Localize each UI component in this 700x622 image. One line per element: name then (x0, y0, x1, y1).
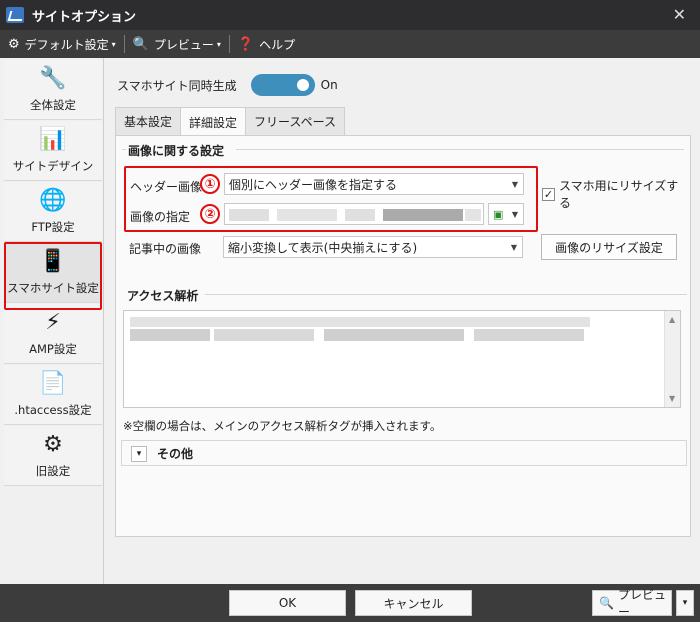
chevron-down-icon: ▾ (682, 598, 688, 608)
chevron-down-icon: ▼ (510, 243, 517, 252)
sidebar-item-label: スマホサイト設定 (7, 281, 99, 295)
group-divider (122, 149, 126, 150)
image-resize-settings-button[interactable]: 画像のリサイズ設定 (541, 234, 677, 260)
sidebar-item-amp[interactable]: ⚡ AMP設定 (4, 304, 102, 364)
resize-checkbox[interactable]: ✓ (542, 187, 555, 201)
annotation-2: ② (200, 204, 220, 224)
main-content: スマホサイト同時生成 On 基本設定 詳細設定 フリースペース 画像に関する設定… (105, 58, 700, 584)
sidebar-item-label: .htaccess設定 (14, 403, 92, 417)
image-group-title: 画像に関する設定 (128, 144, 225, 158)
sidebar-item-label: 旧設定 (35, 464, 71, 478)
chevron-down-icon: ▼ (511, 210, 518, 219)
resize-checkbox-label: スマホ用にリサイズする (558, 179, 679, 210)
tools-icon: 🔧 (39, 65, 67, 91)
ftp-network-icon: 🌐 (39, 187, 67, 213)
article-image-value: 縮小変換して表示(中央揃えにする) (228, 240, 418, 255)
article-image-select[interactable]: 縮小変換して表示(中央揃えにする) ▼ (223, 236, 523, 258)
default-settings-label: デフォルト設定 (24, 37, 109, 52)
image-picker-button[interactable]: ▣ ▼ (488, 203, 524, 225)
gear-icon: ⚙ (8, 36, 20, 52)
preview-dropdown-button[interactable]: ▾ (676, 590, 694, 616)
htaccess-file-icon: 📄 (39, 370, 67, 396)
sidebar-item-site-design[interactable]: 📊 サイトデザイン (4, 121, 102, 181)
title-bar: サイトオプション ✕ (0, 0, 700, 30)
sync-toggle[interactable] (250, 74, 315, 96)
access-group-title: アクセス解析 (127, 289, 199, 303)
toggle-state: On (320, 78, 338, 92)
smartphone-icon: 📱 (39, 248, 67, 274)
other-group-title: その他 (157, 447, 194, 461)
header-image-value: 個別にヘッダー画像を指定する (229, 177, 398, 192)
preview-icon: 🔍 (132, 36, 149, 52)
sidebar-item-general[interactable]: 🔧 全体設定 (4, 60, 102, 120)
preview-icon: 🔍 (599, 596, 614, 610)
sidebar-item-label: FTP設定 (31, 220, 75, 234)
sidebar-item-smartphone[interactable]: 📱 スマホサイト設定 (4, 243, 102, 303)
help-icon: ❓ (237, 36, 255, 52)
chevron-down-icon: ▾ (216, 39, 221, 49)
header-image-label: ヘッダー画像 (130, 180, 203, 194)
image-add-icon: ▣ (493, 207, 504, 221)
access-note: ※空欄の場合は、メインのアクセス解析タグが挿入されます。 (123, 419, 442, 433)
default-settings-menu[interactable]: ⚙ デフォルト設定 ▾ (0, 30, 124, 58)
other-group-box (121, 440, 687, 466)
image-spec-label: 画像の指定 (130, 210, 191, 224)
amp-lightning-icon: ⚡ (45, 309, 61, 335)
tab-freespace[interactable]: フリースペース (245, 107, 345, 135)
tab-detail[interactable]: 詳細設定 (180, 107, 247, 136)
preview-button-label: プレビュー (617, 588, 666, 619)
textarea-scrollbar[interactable]: ▲ ▼ (664, 311, 680, 407)
header-image-select[interactable]: 個別にヘッダー画像を指定する ▼ (224, 173, 524, 195)
tab-basic[interactable]: 基本設定 (115, 107, 182, 135)
sidebar-item-htaccess[interactable]: 📄 .htaccess設定 (4, 365, 102, 425)
article-image-label: 記事中の画像 (129, 242, 202, 256)
footer-bar: OK キャンセル 🔍 プレビュー ▾ (0, 584, 700, 622)
chevron-down-icon: ▾ (111, 39, 116, 49)
sidebar-item-ftp[interactable]: 🌐 FTP設定 (4, 182, 102, 242)
sync-row: スマホサイト同時生成 On (117, 74, 338, 96)
menu-bar: ⚙ デフォルト設定 ▾ 🔍 プレビュー ▾ ❓ ヘルプ (0, 30, 700, 58)
ok-button[interactable]: OK (229, 590, 346, 616)
close-icon[interactable]: ✕ (673, 5, 686, 24)
help-menu[interactable]: ❓ ヘルプ (230, 30, 303, 58)
toggle-knob (296, 79, 309, 91)
design-icon: 📊 (39, 126, 67, 152)
sync-label: スマホサイト同時生成 (117, 78, 237, 93)
old-settings-gear-icon: ⚙ (43, 431, 63, 457)
image-path-field[interactable] (224, 203, 484, 225)
chevron-down-icon: ▼ (511, 180, 518, 189)
sidebar: 🔧 全体設定 📊 サイトデザイン 🌐 FTP設定 📱 スマホサイト設定 ⚡ AM… (0, 58, 104, 584)
app-logo-icon (6, 7, 24, 23)
preview-button[interactable]: 🔍 プレビュー (592, 588, 672, 619)
annotation-1: ① (200, 174, 220, 194)
other-group-header[interactable]: ▾ その他 (131, 445, 193, 462)
group-divider (205, 294, 687, 295)
tab-bar: 基本設定 詳細設定 フリースペース (115, 107, 345, 136)
window-title: サイトオプション (32, 9, 137, 25)
help-menu-label: ヘルプ (259, 37, 296, 52)
group-divider (236, 149, 684, 150)
access-tag-textarea[interactable]: ▲ ▼ (123, 310, 681, 408)
resize-checkbox-row[interactable]: ✓ スマホ用にリサイズする (542, 177, 690, 211)
sidebar-item-label: 全体設定 (30, 98, 76, 112)
sidebar-item-old-settings[interactable]: ⚙ 旧設定 (4, 426, 102, 486)
chevron-down-icon[interactable]: ▾ (131, 445, 147, 462)
cancel-button[interactable]: キャンセル (355, 590, 472, 616)
sidebar-item-label: サイトデザイン (12, 159, 94, 173)
preview-menu-label: プレビュー (153, 37, 214, 52)
preview-menu[interactable]: 🔍 プレビュー ▾ (125, 30, 229, 58)
sidebar-item-label: AMP設定 (29, 342, 77, 356)
